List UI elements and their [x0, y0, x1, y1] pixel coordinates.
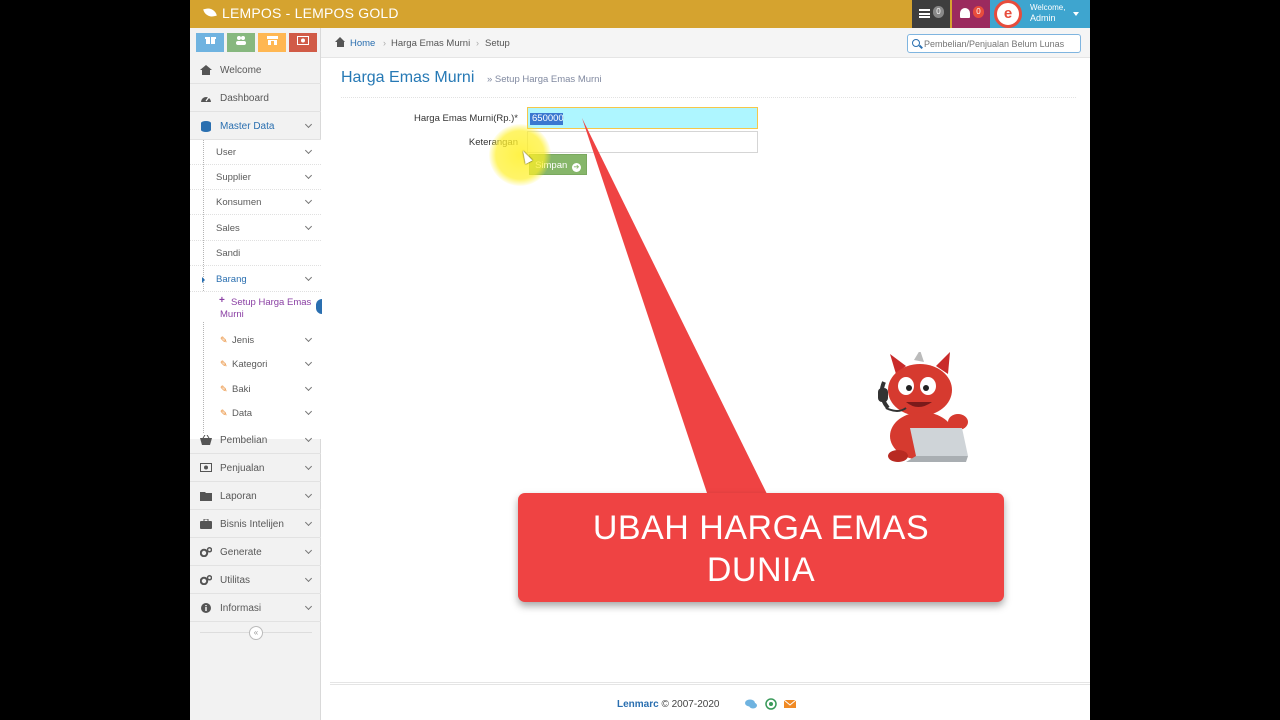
callout-box: UBAH HARGA EMAS DUNIA: [518, 493, 1004, 602]
callout-line-1: UBAH HARGA EMAS: [592, 509, 930, 547]
callout-text: UBAH HARGA EMAS DUNIA: [518, 507, 1004, 591]
callout-pointer: [582, 118, 768, 496]
mascot-image: [878, 352, 968, 462]
callout-line-2: DUNIA: [706, 551, 816, 589]
